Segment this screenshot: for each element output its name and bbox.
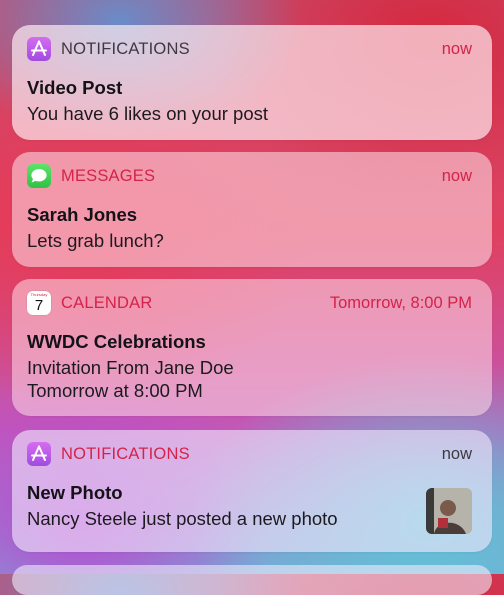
notification-card-message[interactable]: MESSAGES now Sarah Jones Lets grab lunch… xyxy=(12,152,492,267)
app-name: NOTIFICATIONS xyxy=(61,445,190,463)
app-store-icon xyxy=(27,442,51,466)
app-name: NOTIFICATIONS xyxy=(61,40,190,58)
app-store-icon xyxy=(27,37,51,61)
calendar-icon: Thursday 7 xyxy=(27,291,51,315)
notification-time: now xyxy=(441,40,472,58)
notification-body: You have 6 likes on your post xyxy=(27,103,269,124)
app-name: CALENDAR xyxy=(61,294,153,312)
notification-body-line-1: Invitation From Jane Doe xyxy=(27,357,234,378)
notification-body: Nancy Steele just posted a new photo xyxy=(27,508,338,529)
calendar-icon-day: 7 xyxy=(34,297,44,314)
notification-body: Lets grab lunch? xyxy=(27,230,164,251)
notification-title: WWDC Celebrations xyxy=(27,331,206,352)
app-name: MESSAGES xyxy=(61,167,156,185)
notification-card-partial[interactable] xyxy=(12,565,492,595)
notification-card-video-post[interactable]: NOTIFICATIONS now Video Post You have 6 … xyxy=(12,25,492,140)
notification-header: Thursday 7 CALENDAR Tomorrow, 8:00 PM xyxy=(27,291,472,317)
notification-title: Video Post xyxy=(27,77,123,98)
notification-time: now xyxy=(441,445,472,463)
notification-header: NOTIFICATIONS now xyxy=(27,442,472,468)
notification-title: New Photo xyxy=(27,482,123,503)
notification-time: Tomorrow, 8:00 PM xyxy=(329,294,472,312)
notification-card-new-photo[interactable]: NOTIFICATIONS now New Photo Nancy Steele… xyxy=(12,430,492,552)
notification-header: NOTIFICATIONS now xyxy=(27,37,472,63)
photo-thumbnail[interactable] xyxy=(426,488,472,534)
notification-body-line-2: Tomorrow at 8:00 PM xyxy=(27,380,203,401)
notification-title: Sarah Jones xyxy=(27,204,138,225)
notification-card-calendar[interactable]: Thursday 7 CALENDAR Tomorrow, 8:00 PM WW… xyxy=(12,279,492,416)
notification-header: MESSAGES now xyxy=(27,164,472,190)
messages-icon xyxy=(27,164,51,188)
notification-time: now xyxy=(441,167,472,185)
